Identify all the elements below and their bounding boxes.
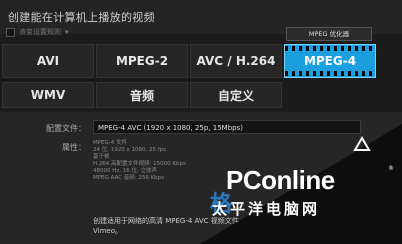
watermark-subtitle: 太平洋电脑网	[212, 200, 321, 218]
watermark-registered: ®	[388, 165, 394, 172]
watermark-shape	[200, 124, 402, 244]
watermark-brand: PConline	[226, 165, 335, 195]
